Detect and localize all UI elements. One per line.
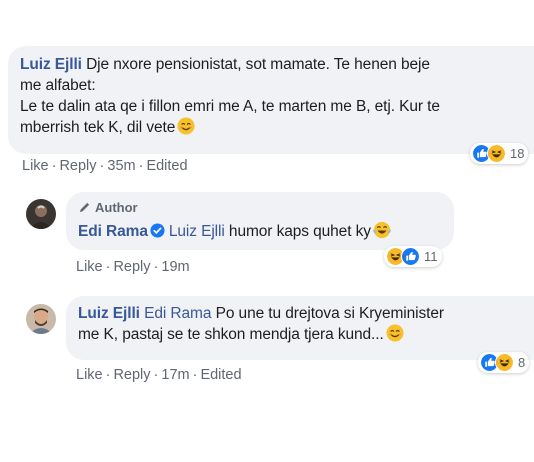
comment-text: Luiz Ejlli Dje nxore pensionistat, sot m… [20, 54, 534, 75]
comment-line: Le te dalin ata qe i fillon emri me A, t… [20, 98, 440, 115]
reaction-count: 11 [424, 249, 438, 264]
comment-bubble: Author Edi Rama Luiz Ejlli humor kaps quh… [66, 192, 454, 250]
comment-actions: Like · Reply · 35m · Edited [22, 158, 188, 174]
comment-line: mberrish tek K, dil vete [20, 119, 176, 136]
comment-text-last: mberrish tek K, dil vete [20, 117, 534, 138]
comment-line: Po une tu drejtova si Kryeminister [215, 305, 444, 322]
commenter-name[interactable]: Luiz Ejlli [78, 305, 140, 322]
author-badge: Author [78, 197, 442, 217]
comment-line: me alfabet: [20, 77, 96, 94]
reply-button[interactable]: Reply [113, 259, 150, 275]
timestamp[interactable]: 35m [107, 158, 135, 174]
reaction-count: 18 [510, 146, 525, 161]
verified-badge-icon [150, 223, 165, 238]
reply-button[interactable]: Reply [59, 158, 96, 174]
like-reaction-icon [401, 247, 420, 266]
comment-bubble: Luiz Ejlli Edi Rama Po une tu drejtova s… [66, 296, 534, 360]
author-badge-label: Author [95, 199, 138, 215]
wink-smile-emoji [177, 117, 195, 135]
comment-text: Luiz Ejlli Edi Rama Po une tu drejtova s… [78, 303, 524, 324]
edited-label[interactable]: Edited [200, 367, 241, 383]
avatar[interactable] [26, 199, 56, 229]
mention-link[interactable]: Edi Rama [144, 305, 211, 322]
reaction-count: 8 [518, 355, 526, 370]
comment-actions: Like · Reply · 17m · Edited [76, 367, 242, 383]
timestamp[interactable]: 17m [161, 367, 189, 383]
comment-line: humor kaps quhet ky [228, 223, 371, 240]
avatar[interactable] [26, 304, 56, 334]
wink-smile-emoji [386, 324, 404, 342]
haha-reaction-icon [487, 144, 506, 163]
comment-text: Edi Rama Luiz Ejlli humor kaps quhet ky [78, 221, 442, 242]
reply-button[interactable]: Reply [113, 367, 150, 383]
haha-reaction-icon [495, 353, 514, 372]
like-button[interactable]: Like [76, 259, 103, 275]
like-button[interactable]: Like [76, 367, 103, 383]
comment-line: me K, pastaj se te shkon mendja tjera ku… [78, 326, 384, 343]
reaction-summary[interactable]: 11 [384, 246, 442, 267]
reaction-summary[interactable]: 8 [478, 352, 530, 373]
comment-actions: Like · Reply · 19m [76, 259, 190, 275]
comment-text-last: me K, pastaj se te shkon mendja tjera ku… [78, 324, 524, 345]
mention-link[interactable]: Luiz Ejlli [169, 223, 225, 240]
comment-bubble: Luiz Ejlli Dje nxore pensionistat, sot m… [8, 46, 534, 154]
commenter-name[interactable]: Edi Rama [78, 223, 148, 240]
like-button[interactable]: Like [22, 158, 49, 174]
timestamp[interactable]: 19m [161, 259, 189, 275]
comment-line: Dje nxore pensionistat, sot mamate. Te h… [86, 56, 430, 73]
reaction-summary[interactable]: 18 [470, 143, 529, 164]
edited-label[interactable]: Edited [146, 158, 187, 174]
commenter-name[interactable]: Luiz Ejlli [20, 56, 82, 73]
pencil-icon [79, 202, 90, 212]
tears-of-joy-emoji [373, 221, 391, 239]
